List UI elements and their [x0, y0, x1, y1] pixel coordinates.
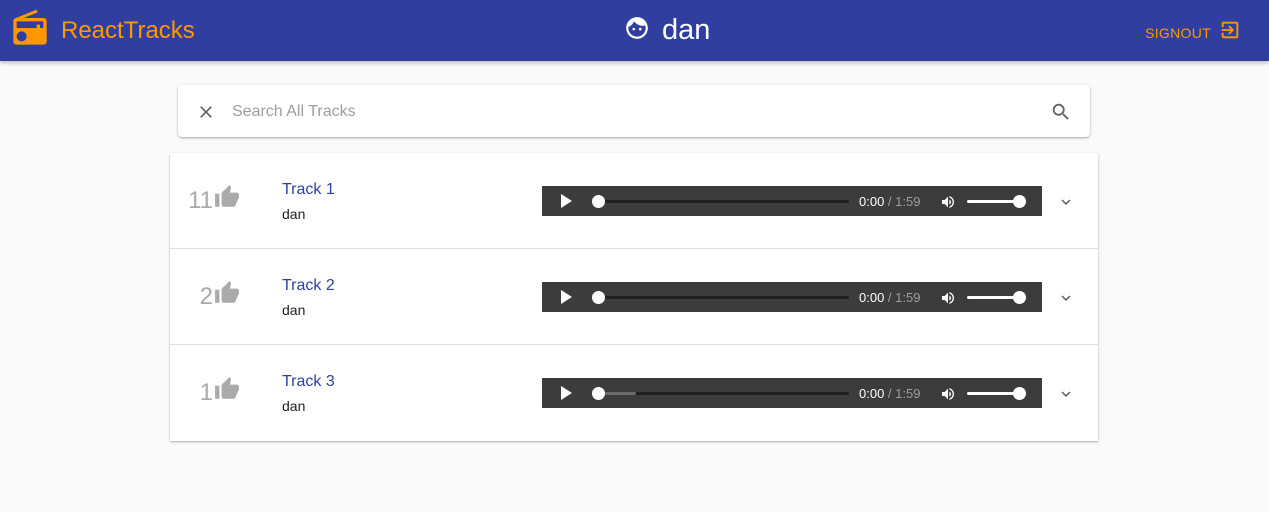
- thumb-up-icon: [214, 280, 240, 311]
- duration: 1:59: [895, 290, 921, 305]
- track-title[interactable]: Track 3: [282, 373, 335, 391]
- play-icon[interactable]: [559, 386, 573, 405]
- volume-icon[interactable]: [940, 386, 956, 407]
- duration: 1:59: [895, 194, 921, 209]
- brand-link[interactable]: ReactTracks: [10, 8, 195, 53]
- track-row: 11 Track 1 dan 0:00 / 1:59: [170, 153, 1098, 249]
- search-icon[interactable]: [1050, 101, 1072, 128]
- volume-slider[interactable]: [967, 195, 1026, 208]
- play-icon[interactable]: [559, 194, 573, 213]
- track-title[interactable]: Track 1: [282, 181, 335, 199]
- like-button[interactable]: 11: [188, 184, 240, 216]
- like-count: 1: [199, 379, 213, 406]
- like-button[interactable]: 2: [199, 280, 240, 312]
- track-title[interactable]: Track 2: [282, 277, 335, 295]
- volume-thumb[interactable]: [1013, 387, 1026, 400]
- track-artist: dan: [282, 302, 306, 318]
- face-icon: [624, 15, 650, 46]
- volume-slider[interactable]: [967, 387, 1026, 400]
- current-time: 0:00: [859, 386, 885, 401]
- track-artist: dan: [282, 206, 306, 222]
- track-list: 11 Track 1 dan 0:00 / 1:59 2 Track 2 dan…: [170, 153, 1098, 441]
- audio-player: 0:00 / 1:59: [542, 186, 1042, 216]
- seek-thumb[interactable]: [592, 291, 605, 304]
- track-artist: dan: [282, 398, 306, 414]
- duration: 1:59: [895, 386, 921, 401]
- volume-slider[interactable]: [967, 291, 1026, 304]
- volume-icon[interactable]: [940, 290, 956, 311]
- like-count: 11: [188, 187, 213, 214]
- like-count: 2: [199, 283, 213, 310]
- current-user: dan: [624, 13, 710, 47]
- chevron-down-icon[interactable]: [1057, 385, 1075, 408]
- user-name: dan: [662, 14, 711, 46]
- current-time: 0:00: [859, 194, 885, 209]
- current-time: 0:00: [859, 290, 885, 305]
- chevron-down-icon[interactable]: [1057, 289, 1075, 312]
- search-bar: [178, 85, 1090, 137]
- seek-thumb[interactable]: [592, 195, 605, 208]
- audio-player: 0:00 / 1:59: [542, 282, 1042, 312]
- audio-player: 0:00 / 1:59: [542, 378, 1042, 408]
- seek-bar[interactable]: [592, 387, 849, 400]
- play-icon[interactable]: [559, 290, 573, 309]
- thumb-up-icon: [214, 376, 240, 407]
- track-row: 1 Track 3 dan 0:00 / 1:59: [170, 345, 1098, 441]
- time-display: 0:00 / 1:59: [859, 194, 921, 209]
- time-display: 0:00 / 1:59: [859, 290, 921, 305]
- app-title: ReactTracks: [61, 16, 195, 44]
- like-button[interactable]: 1: [199, 376, 240, 408]
- volume-thumb[interactable]: [1013, 291, 1026, 304]
- search-input[interactable]: [230, 98, 1034, 126]
- seek-thumb[interactable]: [592, 387, 605, 400]
- seek-bar[interactable]: [592, 195, 849, 208]
- close-icon[interactable]: [196, 102, 216, 127]
- volume-icon[interactable]: [940, 194, 956, 215]
- time-display: 0:00 / 1:59: [859, 386, 921, 401]
- track-row: 2 Track 2 dan 0:00 / 1:59: [170, 249, 1098, 345]
- volume-thumb[interactable]: [1013, 195, 1026, 208]
- exit-icon: [1219, 19, 1241, 46]
- signout-label: SIGNOUT: [1145, 24, 1211, 41]
- chevron-down-icon[interactable]: [1057, 193, 1075, 216]
- thumb-up-icon: [214, 184, 240, 215]
- seek-bar[interactable]: [592, 291, 849, 304]
- app-bar: ReactTracks dan SIGNOUT: [0, 0, 1269, 61]
- signout-button[interactable]: SIGNOUT: [1145, 19, 1241, 46]
- radio-icon: [10, 8, 50, 53]
